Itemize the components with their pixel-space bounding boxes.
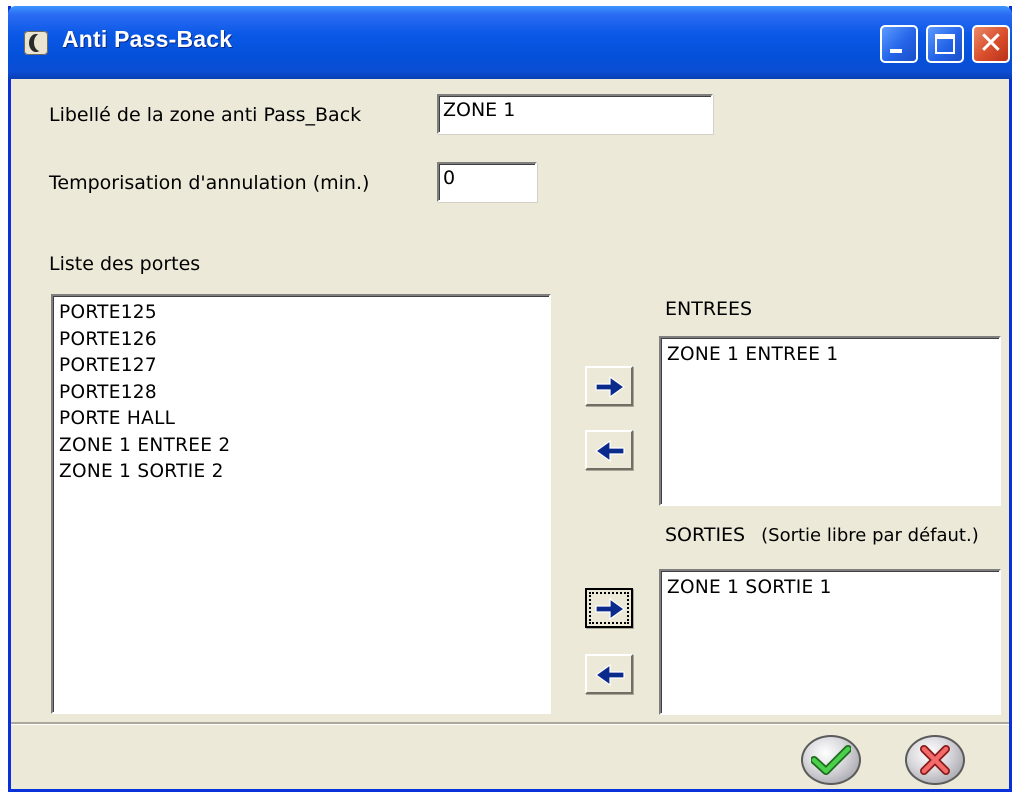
close-button[interactable]: ✕ <box>972 25 1010 63</box>
close-icon: ✕ <box>978 26 1004 61</box>
add-to-sorties-button[interactable] <box>585 588 633 628</box>
list-item[interactable]: PORTE126 <box>59 327 543 354</box>
anti-passback-dialog: Anti Pass-Back ✕ Libellé de la zone anti… <box>8 6 1012 792</box>
add-to-entrees-button[interactable] <box>585 366 633 406</box>
sorties-caption: SORTIES (Sortie libre par défaut.) <box>665 524 979 546</box>
cancel-button[interactable] <box>901 733 969 787</box>
list-item[interactable]: ZONE 1 ENTREE 1 <box>667 342 993 369</box>
remove-from-entrees-button[interactable] <box>585 430 633 470</box>
ok-button[interactable] <box>797 733 865 787</box>
arrow-left-icon <box>594 439 625 463</box>
maximize-icon <box>935 34 955 54</box>
app-moon-icon <box>24 31 48 55</box>
sorties-note: (Sortie libre par défaut.) <box>761 525 979 546</box>
entrees-caption: ENTREES <box>665 298 753 320</box>
check-icon <box>811 745 851 775</box>
list-item[interactable]: PORTE128 <box>59 380 543 407</box>
cancel-x-icon <box>920 745 950 775</box>
arrow-left-icon <box>594 663 625 687</box>
list-item[interactable]: PORTE HALL <box>59 406 543 433</box>
minimize-button[interactable] <box>880 25 918 63</box>
window-title: Anti Pass-Back <box>62 26 233 52</box>
remove-from-sorties-button[interactable] <box>585 654 633 694</box>
title-bar[interactable]: Anti Pass-Back ✕ <box>8 6 1012 79</box>
sorties-title: SORTIES <box>665 524 746 546</box>
list-item[interactable]: ZONE 1 ENTREE 2 <box>59 433 543 460</box>
maximize-button[interactable] <box>926 25 964 63</box>
list-item[interactable]: ZONE 1 SORTIE 1 <box>667 575 993 602</box>
list-item[interactable]: ZONE 1 SORTIE 2 <box>59 459 543 486</box>
doors-caption: Liste des portes <box>49 253 201 275</box>
list-item[interactable]: PORTE125 <box>59 300 543 327</box>
arrow-right-icon <box>595 375 626 399</box>
delay-caption: Temporisation d'annulation (min.) <box>49 172 370 194</box>
zone-label-input[interactable]: ZONE 1 <box>437 94 713 134</box>
sorties-listbox[interactable]: ZONE 1 SORTIE 1 <box>659 569 1001 715</box>
delay-input[interactable]: 0 <box>437 162 537 202</box>
doors-listbox[interactable]: PORTE125 PORTE126 PORTE127 PORTE128 PORT… <box>51 294 551 714</box>
zone-label-caption: Libellé de la zone anti Pass_Back <box>49 104 362 126</box>
arrow-right-icon <box>595 597 626 621</box>
list-item[interactable]: PORTE127 <box>59 353 543 380</box>
minimize-icon <box>890 49 902 53</box>
entrees-listbox[interactable]: ZONE 1 ENTREE 1 <box>659 336 1001 506</box>
footer-divider <box>11 722 1009 724</box>
